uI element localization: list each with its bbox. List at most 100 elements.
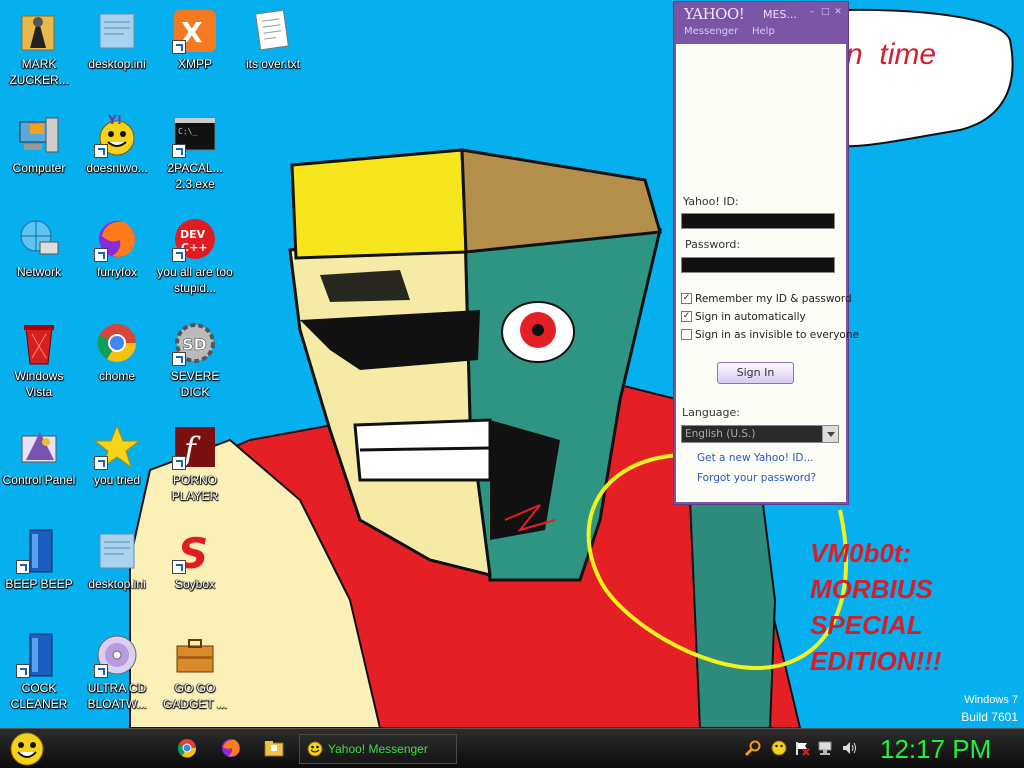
window-titlebar[interactable]: YAHOO! MES... – □ ✕ xyxy=(674,2,848,24)
svg-text:DEV: DEV xyxy=(180,228,206,241)
yahoo-smiley-icon xyxy=(307,741,323,757)
control-panel-icon xyxy=(16,424,62,470)
start-button[interactable] xyxy=(8,731,46,767)
menu-help[interactable]: Help xyxy=(752,26,775,37)
invisible-label: Sign in as invisible to everyone xyxy=(695,329,859,341)
briefcase-icon xyxy=(172,632,218,678)
language-value: English (U.S.) xyxy=(685,428,756,440)
desktop-icon-furryfox[interactable]: furryfox xyxy=(78,216,156,280)
desktop-icon-porno-player[interactable]: f PORNO PLAYER xyxy=(156,424,234,504)
desktop-icon-computer[interactable]: Computer xyxy=(0,112,78,176)
chevron-down-icon[interactable] xyxy=(822,426,838,442)
yahoo-messenger-icon: Y! xyxy=(94,112,140,158)
menu-messenger[interactable]: Messenger xyxy=(684,26,738,37)
desktop-icon-doesntwo[interactable]: Y! doesntwo... xyxy=(78,112,156,176)
window-title: MES... xyxy=(763,8,797,21)
auto-signin-label: Sign in automatically xyxy=(695,311,806,323)
desktop-icon-windows-vista[interactable]: Windows Vista xyxy=(0,320,78,400)
firefox-icon xyxy=(94,216,140,262)
desktop-icon-too-stupid[interactable]: DEV C++ you all are too stupid... xyxy=(156,216,234,296)
chrome-icon xyxy=(94,320,140,366)
recycle-bin-icon xyxy=(16,320,62,366)
taskbar-clock[interactable]: 12:17 PM xyxy=(880,733,991,765)
wallpaper-caption: VM0b0t: MORBIUS SPECIAL EDITION!!! xyxy=(810,535,941,679)
language-select[interactable]: English (U.S.) xyxy=(681,425,839,443)
watermark-build: Build 7601 xyxy=(961,710,1018,724)
forgot-password-link[interactable]: Forgot your password? xyxy=(697,472,816,484)
remember-label: Remember my ID & password xyxy=(695,293,852,305)
desktop-icon-chome[interactable]: chome xyxy=(78,320,156,384)
yahoo-tray-icon[interactable] xyxy=(771,740,787,756)
desktop-icon-control-panel[interactable]: Control Panel xyxy=(0,424,78,488)
yahoo-logo: YAHOO! xyxy=(684,5,745,23)
console-icon: C:\_ xyxy=(172,112,218,158)
desktop-icon-cock-cleaner[interactable]: COCK CLEANER xyxy=(0,632,78,712)
yahoo-id-input[interactable] xyxy=(681,213,835,229)
desktop-icon-you-tried[interactable]: you tried xyxy=(78,424,156,488)
desktop-icon-network[interactable]: Network xyxy=(0,216,78,280)
application-icon xyxy=(16,632,62,678)
search-icon[interactable] xyxy=(744,740,761,757)
folder-user-icon xyxy=(16,8,62,54)
volume-icon[interactable] xyxy=(841,740,857,756)
password-input[interactable] xyxy=(681,257,835,273)
desktop-icon-desktop-ini[interactable]: desktop.ini xyxy=(78,8,156,72)
signin-button[interactable]: Sign In xyxy=(717,362,794,384)
desktop-icon-severe-dick[interactable]: SD SEVERE DICK xyxy=(156,320,234,400)
taskbar-yahoo-messenger[interactable]: Yahoo! Messenger xyxy=(299,734,457,764)
task-label: Yahoo! Messenger xyxy=(328,742,428,756)
sd-gear-icon: SD xyxy=(172,320,218,366)
yahoo-id-label: Yahoo! ID: xyxy=(683,195,739,208)
svg-text:Y!: Y! xyxy=(107,113,122,127)
taskbar-chrome-icon[interactable] xyxy=(177,738,197,758)
bubble-text: n time xyxy=(846,38,937,71)
desktop-icon-desktop-ini-2[interactable]: desktop.ini xyxy=(78,528,156,592)
menu-bar: Messenger Help xyxy=(674,24,848,42)
soybox-icon: S xyxy=(172,528,218,578)
settings-file-icon xyxy=(94,528,140,574)
auto-signin-checkbox[interactable]: ✓ xyxy=(681,311,692,322)
remember-checkbox[interactable]: ✓ xyxy=(681,293,692,304)
svg-text:C:\_: C:\_ xyxy=(178,127,197,136)
taskbar-explorer-icon[interactable] xyxy=(264,738,284,758)
star-icon xyxy=(93,424,141,470)
desktop-icon-mark-zucker[interactable]: MARK ZUCKER... xyxy=(0,8,78,88)
minimize-icon[interactable]: – xyxy=(808,8,816,17)
desktop-icon-2pacal[interactable]: C:\_ 2PACAL... 2.3.exe xyxy=(156,112,234,192)
dev-cpp-icon: DEV C++ xyxy=(172,216,218,262)
desktop-icon-beep-beep[interactable]: BEEP BEEP xyxy=(0,528,78,592)
watermark-os: Windows 7 xyxy=(964,694,1018,706)
password-label: Password: xyxy=(685,238,741,251)
action-center-flag-icon[interactable] xyxy=(794,740,810,756)
settings-file-icon xyxy=(94,8,140,54)
computer-icon xyxy=(16,112,62,158)
desktop: n time VM0b0t: MORBIUS SPECIAL EDITION!!… xyxy=(0,0,1024,728)
caption-line: MORBIUS xyxy=(810,574,933,604)
windows-watermark: Windows 7 Build 7601 xyxy=(961,692,1018,726)
desktop-icon-ultra-cd[interactable]: ULTRA CD BLOATW... xyxy=(78,632,156,712)
language-label: Language: xyxy=(682,406,740,419)
desktop-icon-its-over-txt[interactable]: its over.txt xyxy=(234,8,312,72)
caption-line: SPECIAL xyxy=(810,610,923,640)
text-file-icon xyxy=(250,8,296,54)
cd-icon xyxy=(94,632,140,678)
desktop-icon-go-go-gadget[interactable]: GO GO GADGET ... xyxy=(156,632,234,712)
desktop-icon-xmpp[interactable]: X XMPP xyxy=(156,8,234,72)
taskbar-firefox-icon[interactable] xyxy=(221,738,241,758)
maximize-icon[interactable]: □ xyxy=(821,8,830,17)
invisible-checkbox[interactable] xyxy=(681,329,692,340)
smiley-start-icon xyxy=(10,732,44,766)
taskbar: Yahoo! Messenger 12:17 PM xyxy=(0,728,1024,768)
network-globe-icon xyxy=(16,216,62,262)
signin-panel: Yahoo! ID: Password: ✓ Remember my ID & … xyxy=(676,44,859,502)
application-icon xyxy=(16,528,62,574)
close-icon[interactable]: ✕ xyxy=(834,8,842,17)
network-tray-icon[interactable] xyxy=(817,740,833,756)
yahoo-messenger-window[interactable]: YAHOO! MES... – □ ✕ Messenger Help Yahoo… xyxy=(673,1,859,505)
flash-icon: f xyxy=(172,424,218,470)
caption-line: VM0b0t: xyxy=(810,538,912,568)
new-id-link[interactable]: Get a new Yahoo! ID... xyxy=(697,452,814,464)
desktop-icon-soybox[interactable]: S Soybox xyxy=(156,528,234,592)
xampp-icon: X xyxy=(172,8,218,54)
caption-line: EDITION!!! xyxy=(810,646,942,676)
